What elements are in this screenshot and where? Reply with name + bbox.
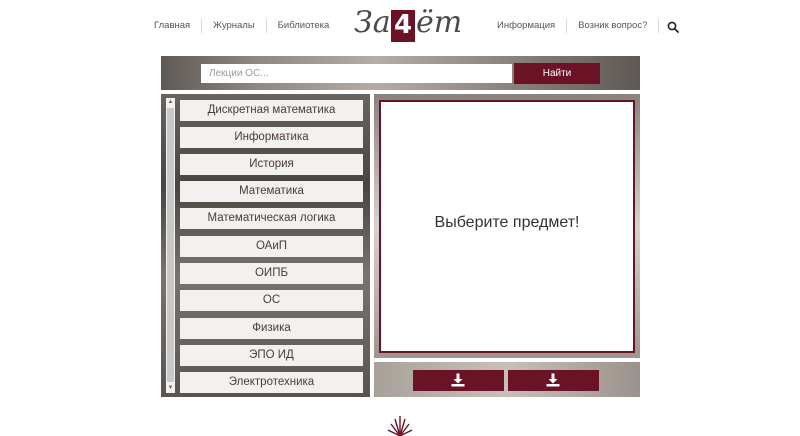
subject-item[interactable]: ОИПБ: [180, 263, 363, 284]
subject-item[interactable]: Математическая логика: [180, 208, 363, 229]
download-icon: [546, 373, 560, 387]
nav-left: Главная Журналы Библиотека: [150, 19, 340, 33]
subject-item[interactable]: Физика: [180, 318, 363, 339]
nav-link-home[interactable]: Главная: [150, 20, 201, 32]
subject-item[interactable]: Математика: [180, 181, 363, 202]
nav-link-journals[interactable]: Журналы: [202, 20, 266, 32]
nav-divider: [658, 19, 660, 33]
subject-item[interactable]: История: [180, 154, 363, 175]
content-placeholder-message: Выберите предмет!: [434, 214, 580, 231]
scroll-thumb[interactable]: [167, 108, 174, 382]
content-panel: Выберите предмет!: [374, 94, 640, 358]
subject-item[interactable]: ОАиП: [180, 236, 363, 257]
search-bar: Найти: [161, 56, 640, 90]
download-icon: [451, 373, 465, 387]
download-button[interactable]: [413, 370, 504, 391]
nav-link-library[interactable]: Библиотека: [267, 20, 341, 32]
subject-item[interactable]: Электротехника: [180, 372, 363, 393]
subjects-panel: ▲ ▼ Дискретная математика Информатика Ис…: [161, 94, 370, 397]
search-icon[interactable]: [667, 20, 680, 33]
download-button[interactable]: [508, 370, 599, 391]
content-frame: Выберите предмет!: [379, 100, 635, 353]
logo-number: 4: [393, 10, 413, 40]
scroll-up-icon[interactable]: ▲: [166, 98, 175, 107]
site-header: Главная Журналы Библиотека За 4 ёт Инфор…: [0, 0, 800, 52]
subject-item[interactable]: Дискретная математика: [180, 100, 363, 121]
logo-text-left: За: [354, 5, 391, 40]
nav-link-question[interactable]: Возник вопрос?: [567, 20, 658, 32]
search-button[interactable]: Найти: [514, 63, 600, 84]
subject-item[interactable]: Информатика: [180, 127, 363, 148]
nav-link-info[interactable]: Информация: [486, 20, 566, 32]
nav-right: Информация Возник вопрос?: [486, 19, 680, 33]
subject-item[interactable]: ОС: [180, 290, 363, 311]
footer-logo-icon: [387, 414, 413, 436]
download-bar: [374, 362, 640, 397]
search-input[interactable]: [201, 64, 512, 83]
subjects-scrollbar[interactable]: ▲ ▼: [166, 98, 175, 393]
subject-item[interactable]: ЭПО ИД: [180, 345, 363, 366]
site-logo[interactable]: За 4 ёт: [354, 5, 462, 42]
logo-text-right: ёт: [416, 5, 463, 40]
scroll-down-icon[interactable]: ▼: [166, 384, 175, 393]
